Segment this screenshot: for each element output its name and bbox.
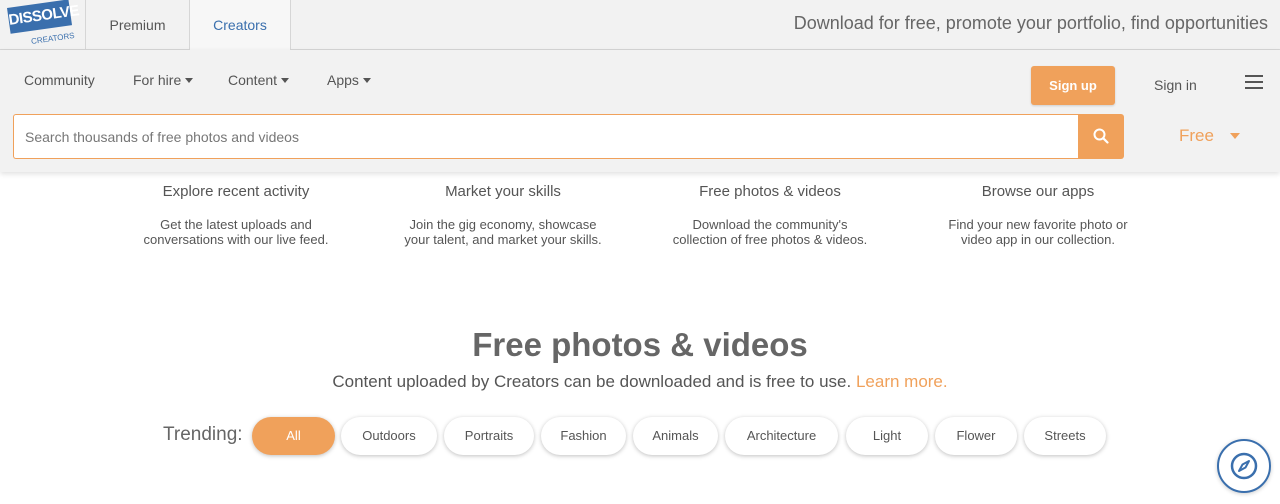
feature-explore-activity[interactable]: Explore recent activity Get the latest u… <box>106 183 366 247</box>
trending-chip-fashion[interactable]: Fashion <box>541 417 626 455</box>
license-filter-select[interactable]: Free <box>1179 126 1214 146</box>
tab-creators[interactable]: Creators <box>189 0 291 50</box>
feature-description: Get the latest uploads and conversations… <box>106 217 366 247</box>
logo-wordmark: DISSOLVE <box>7 0 80 34</box>
feature-free-photos[interactable]: Free photos & videos Download the commun… <box>640 183 900 247</box>
search-input[interactable] <box>13 114 1079 159</box>
nav-community-label: Community <box>24 72 95 88</box>
tab-premium[interactable]: Premium <box>85 0 189 50</box>
caret-down-icon <box>362 77 371 83</box>
feature-title: Market your skills <box>445 183 561 200</box>
feature-title: Explore recent activity <box>162 183 310 200</box>
feature-description-line: Join the gig economy, showcase <box>409 217 597 232</box>
feature-browse-apps[interactable]: Browse our apps Find your new favorite p… <box>908 183 1168 247</box>
feature-title: Browse our apps <box>981 183 1095 200</box>
trending-chip-all[interactable]: All <box>252 417 335 455</box>
compass-button[interactable] <box>1217 439 1271 493</box>
trending-chip-outdoors[interactable]: Outdoors <box>341 417 437 455</box>
trending-label: Trending: <box>163 424 243 445</box>
feature-description-line: Download the community's <box>692 217 848 232</box>
nav-content-label: Content <box>228 72 278 88</box>
main-header: Community For hire Content Apps Sign up … <box>0 50 1280 172</box>
hero-subtitle: Content uploaded by Creators can be down… <box>0 372 1280 392</box>
feature-description: Find your new favorite photo or video ap… <box>908 217 1168 247</box>
hamburger-menu-icon[interactable] <box>1245 75 1263 89</box>
top-bar: DISSOLVE CREATORS Premium Creators Downl… <box>0 0 1280 50</box>
search-button[interactable] <box>1078 114 1124 159</box>
sign-in-link[interactable]: Sign in <box>1154 77 1197 93</box>
hero-title: Free photos & videos <box>472 326 808 363</box>
tagline: Download for free, promote your portfoli… <box>793 13 1268 33</box>
feature-description-line: collection of free photos & videos. <box>672 232 868 247</box>
feature-description: Download the community's collection of f… <box>640 217 900 247</box>
feature-description-line: Find your new favorite photo or <box>948 217 1128 232</box>
trending-chip-flower[interactable]: Flower <box>935 417 1017 455</box>
feature-description-line: video app in our collection. <box>961 232 1115 247</box>
feature-description-line: conversations with our live feed. <box>143 232 329 247</box>
caret-down-icon <box>281 77 290 83</box>
feature-description-line: your talent, and market your skills. <box>404 232 602 247</box>
trending-chip-light[interactable]: Light <box>846 417 928 455</box>
nav-apps[interactable]: Apps <box>327 72 371 88</box>
compass-icon <box>1230 452 1258 480</box>
chevron-down-icon[interactable] <box>1230 133 1240 139</box>
feature-market-skills[interactable]: Market your skills Join the gig economy,… <box>373 183 633 247</box>
trending-chip-animals[interactable]: Animals <box>633 417 718 455</box>
nav-for-hire-label: For hire <box>133 72 182 88</box>
nav-community[interactable]: Community <box>24 72 95 88</box>
caret-down-icon <box>185 77 194 83</box>
feature-title: Free photos & videos <box>699 183 841 200</box>
trending-chip-streets[interactable]: Streets <box>1024 417 1106 455</box>
search-icon <box>1093 128 1109 144</box>
learn-more-link[interactable]: Learn more. <box>856 372 948 391</box>
nav-apps-label: Apps <box>327 72 359 88</box>
dissolve-logo[interactable]: DISSOLVE CREATORS <box>7 0 80 46</box>
trending-chip-architecture[interactable]: Architecture <box>725 417 838 455</box>
logo-subtitle: CREATORS <box>30 31 76 46</box>
hero-subtitle-text: Content uploaded by Creators can be down… <box>332 372 852 391</box>
feature-description: Join the gig economy, showcase your tale… <box>373 217 633 247</box>
sign-up-button[interactable]: Sign up <box>1031 66 1115 105</box>
nav-for-hire[interactable]: For hire <box>133 72 194 88</box>
feature-description-line: Get the latest uploads and <box>160 217 312 232</box>
trending-chip-portraits[interactable]: Portraits <box>444 417 534 455</box>
nav-content[interactable]: Content <box>228 72 290 88</box>
